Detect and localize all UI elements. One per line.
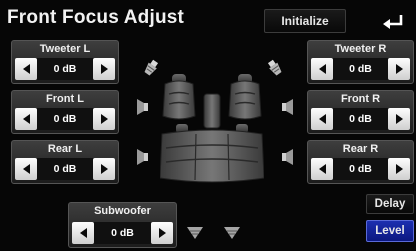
left-arrow-icon [318, 64, 326, 74]
right-arrow-icon [395, 64, 403, 74]
front-l-value: 0 dB [53, 113, 77, 125]
tweeter-r-label: Tweeter R [334, 43, 387, 55]
back-arrow-icon [383, 15, 403, 29]
initialize-button[interactable]: Initialize [264, 9, 346, 33]
rear-l-decrease-button[interactable] [15, 158, 37, 180]
left-arrow-icon [22, 164, 30, 174]
rear-r-value: 0 dB [349, 163, 372, 175]
right-arrow-icon [100, 64, 108, 74]
tweeter-l-decrease-button[interactable] [15, 58, 37, 80]
rear-r-increase-button[interactable] [388, 158, 410, 180]
subwoofer-r-icon [224, 227, 240, 239]
left-arrow-icon [318, 164, 326, 174]
rear-l-increase-button[interactable] [93, 158, 115, 180]
right-arrow-icon [100, 114, 108, 124]
front-l-increase-button[interactable] [93, 108, 115, 130]
left-arrow-icon [318, 114, 326, 124]
front-r-label: Front R [340, 93, 381, 105]
tweeter-l-increase-button[interactable] [93, 58, 115, 80]
rear-l-label: Rear L [47, 143, 83, 155]
subwoofer-value: 0 dB [111, 227, 134, 239]
tweeter-r-icon [267, 59, 282, 76]
rear-l-value: 0 dB [53, 163, 77, 175]
right-arrow-icon [100, 164, 108, 174]
subwoofer-control: Subwoofer 0 dB [68, 202, 177, 248]
left-arrow-icon [22, 64, 30, 74]
tweeter-r-increase-button[interactable] [388, 58, 410, 80]
delay-button[interactable]: Delay [366, 194, 414, 214]
subwoofer-decrease-button[interactable] [72, 222, 94, 244]
rear-l-control: Rear L 0 dB [11, 140, 119, 184]
page-title: Front Focus Adjust [7, 7, 185, 28]
front-l-decrease-button[interactable] [15, 108, 37, 130]
tweeter-r-decrease-button[interactable] [311, 58, 333, 80]
rear-r-label: Rear R [342, 143, 379, 155]
tweeter-l-icon [144, 59, 159, 76]
front-l-label: Front L [46, 93, 84, 105]
tweeter-r-control: Tweeter R 0 dB [307, 40, 414, 84]
front-r-increase-button[interactable] [388, 108, 410, 130]
tweeter-r-value: 0 dB [349, 63, 372, 75]
car-seats-icon [160, 74, 264, 183]
back-button[interactable] [380, 10, 410, 34]
front-r-speaker-icon [282, 99, 293, 115]
front-l-speaker-icon [137, 99, 148, 115]
right-arrow-icon [395, 114, 403, 124]
subwoofer-increase-button[interactable] [151, 222, 173, 244]
subwoofer-l-icon [187, 227, 203, 239]
subwoofer-label: Subwoofer [94, 205, 151, 217]
front-r-value: 0 dB [349, 113, 372, 125]
front-r-control: Front R 0 dB [307, 90, 414, 134]
left-arrow-icon [22, 114, 30, 124]
left-arrow-icon [79, 228, 87, 238]
front-l-control: Front L 0 dB [11, 90, 119, 134]
rear-l-speaker-icon [137, 149, 148, 165]
rear-r-decrease-button[interactable] [311, 158, 333, 180]
right-arrow-icon [158, 228, 166, 238]
tweeter-l-label: Tweeter L [39, 43, 91, 55]
front-r-decrease-button[interactable] [311, 108, 333, 130]
tweeter-l-value: 0 dB [53, 63, 77, 75]
rear-r-speaker-icon [282, 149, 293, 165]
tweeter-l-control: Tweeter L 0 dB [11, 40, 119, 84]
level-button[interactable]: Level [366, 220, 414, 242]
rear-r-control: Rear R 0 dB [307, 140, 414, 184]
right-arrow-icon [395, 164, 403, 174]
